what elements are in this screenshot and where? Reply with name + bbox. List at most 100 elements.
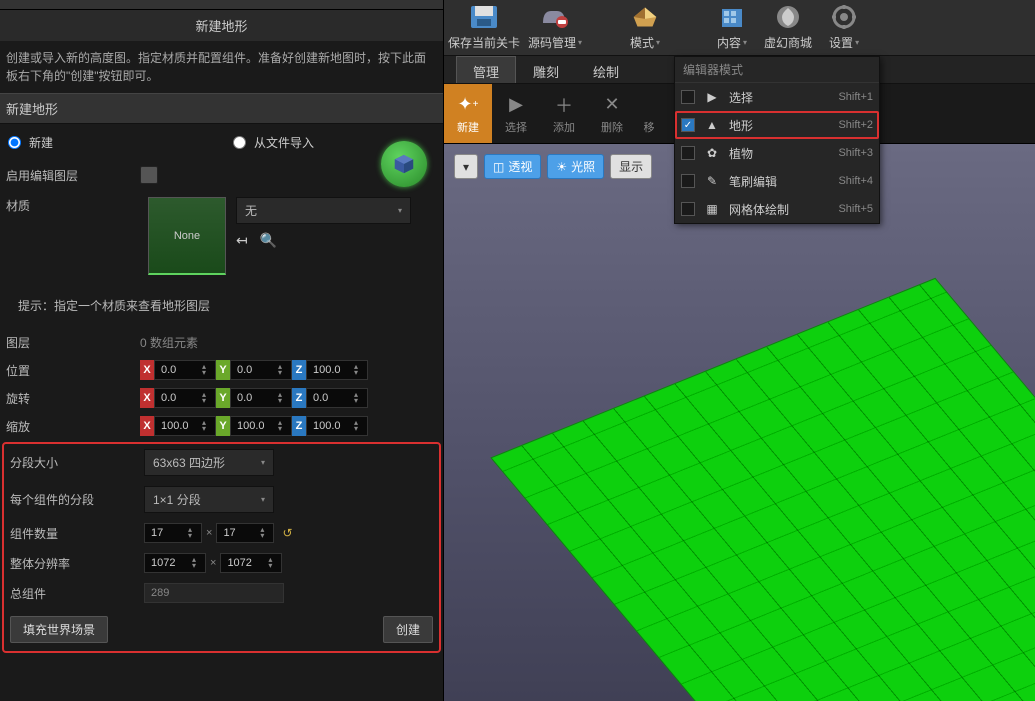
toolbar-settings[interactable]: 设置▾ xyxy=(816,0,872,55)
spinner-icon[interactable]: ▴▾ xyxy=(257,527,267,539)
scale-y[interactable]: ▴▾ xyxy=(230,416,292,436)
section-size-row: 分段大小 63x63 四边形▾ xyxy=(4,444,439,481)
mode-checkbox[interactable] xyxy=(681,202,695,216)
total-components-label: 总组件 xyxy=(8,585,144,602)
dropdown-caret-icon: ▾ xyxy=(261,495,265,504)
toolbar-source[interactable]: 源码管理▾ xyxy=(524,0,586,55)
axis-y-badge: Y xyxy=(216,388,230,408)
radio-import-label: 从文件导入 xyxy=(254,134,314,151)
mode-checkbox[interactable]: ✓ xyxy=(681,118,695,132)
material-dropdown[interactable]: 无▾ xyxy=(236,197,411,224)
enable-layers-checkbox[interactable] xyxy=(140,166,158,184)
spinner-icon[interactable]: ▴▾ xyxy=(189,557,199,569)
material-thumbnail[interactable]: None xyxy=(148,197,226,275)
resolution-label: 整体分辨率 xyxy=(8,555,144,572)
mode-item-shortcut: Shift+3 xyxy=(838,147,873,159)
location-y-input[interactable] xyxy=(233,361,275,379)
lit-button[interactable]: ☀光照 xyxy=(547,154,604,179)
toolbar-save[interactable]: 保存当前关卡 xyxy=(444,0,524,55)
mode-item-4[interactable]: ▦网格体绘制Shift+5 xyxy=(675,195,879,223)
radio-import[interactable]: 从文件导入 xyxy=(233,134,314,151)
toolbar-marketplace[interactable]: 虚幻商城 xyxy=(760,0,816,55)
assign-arrow-icon[interactable]: ↤ xyxy=(236,232,248,249)
viewport-menu-button[interactable]: ▾ xyxy=(454,154,478,179)
create-button[interactable]: 创建 xyxy=(383,616,433,643)
total-components-row: 总组件 289 xyxy=(4,578,439,608)
terrain-preview xyxy=(490,278,1035,701)
panel-title: 新建地形 xyxy=(0,10,443,41)
spinner-icon[interactable]: ▴▾ xyxy=(199,392,209,404)
section-size-dropdown[interactable]: 63x63 四边形▾ xyxy=(144,449,274,476)
mode-item-2[interactable]: ✿植物Shift+3 xyxy=(675,139,879,167)
tab-sculpt[interactable]: 雕刻 xyxy=(516,56,576,83)
radio-import-input[interactable] xyxy=(233,136,246,149)
landscape-panel: 新建地形 创建或导入新的高度图。指定材质并配置组件。准备好创建新地图时，按下此面… xyxy=(0,0,444,701)
tool-new[interactable]: ✦+新建 xyxy=(444,84,492,143)
location-z-input[interactable] xyxy=(309,361,351,379)
scale-row: 缩放 X▴▾ Y▴▾ Z▴▾ xyxy=(0,412,443,440)
spinner-icon[interactable]: ▴▾ xyxy=(351,364,361,376)
scale-y-input[interactable] xyxy=(233,417,275,435)
scale-label: 缩放 xyxy=(4,418,140,435)
sections-per-dropdown[interactable]: 1×1 分段▾ xyxy=(144,486,274,513)
mode-item-icon: ✿ xyxy=(703,144,721,162)
location-z[interactable]: ▴▾ xyxy=(306,360,368,380)
tab-manage[interactable]: 管理 xyxy=(456,56,516,83)
radio-new-input[interactable] xyxy=(8,136,21,149)
mode-checkbox[interactable] xyxy=(681,90,695,104)
search-icon[interactable]: 🔍 xyxy=(260,232,277,249)
axis-z-badge: Z xyxy=(292,360,306,380)
rotation-x[interactable]: ▴▾ xyxy=(154,388,216,408)
component-y[interactable]: ▴▾ xyxy=(216,523,274,543)
fill-world-button[interactable]: 填充世界场景 xyxy=(10,616,108,643)
tool-add[interactable]: ＋添加 xyxy=(540,84,588,143)
scale-x[interactable]: ▴▾ xyxy=(154,416,216,436)
location-x-input[interactable] xyxy=(157,361,199,379)
mode-item-0[interactable]: ▶选择Shift+1 xyxy=(675,83,879,111)
mode-item-1[interactable]: ✓▲地形Shift+2 xyxy=(675,111,879,139)
show-button[interactable]: 显示 xyxy=(610,154,652,179)
tool-delete[interactable]: ✕删除 xyxy=(588,84,636,143)
perspective-button[interactable]: ◫透视 xyxy=(484,154,541,179)
layers-row: 图层 0 数组元素 xyxy=(0,328,443,356)
resolution-y-input[interactable] xyxy=(223,554,265,572)
mode-item-label: 笔刷编辑 xyxy=(729,173,830,190)
spinner-icon[interactable]: ▴▾ xyxy=(185,527,195,539)
rotation-x-input[interactable] xyxy=(157,389,199,407)
tab-paint[interactable]: 绘制 xyxy=(576,56,636,83)
scale-z-input[interactable] xyxy=(309,417,351,435)
rotation-z-input[interactable] xyxy=(309,389,351,407)
reset-icon[interactable]: ↺ xyxy=(282,526,292,540)
component-x[interactable]: ▴▾ xyxy=(144,523,202,543)
resolution-x[interactable]: ▴▾ xyxy=(144,553,206,573)
location-x[interactable]: ▴▾ xyxy=(154,360,216,380)
component-y-input[interactable] xyxy=(219,524,257,542)
toolbar-content[interactable]: 内容▾ xyxy=(704,0,760,55)
spinner-icon[interactable]: ▴▾ xyxy=(265,557,275,569)
rotation-y-input[interactable] xyxy=(233,389,275,407)
spinner-icon[interactable]: ▴▾ xyxy=(199,364,209,376)
tool-select[interactable]: ▶选择 xyxy=(492,84,540,143)
location-y[interactable]: ▴▾ xyxy=(230,360,292,380)
spinner-icon[interactable]: ▴▾ xyxy=(275,364,285,376)
component-x-input[interactable] xyxy=(147,524,185,542)
radio-new[interactable]: 新建 xyxy=(8,134,53,151)
mode-checkbox[interactable] xyxy=(681,174,695,188)
spinner-icon[interactable]: ▴▾ xyxy=(351,392,361,404)
spinner-icon[interactable]: ▴▾ xyxy=(275,392,285,404)
scale-x-input[interactable] xyxy=(157,417,199,435)
tool-move[interactable]: 移 xyxy=(636,84,662,143)
spinner-icon[interactable]: ▴▾ xyxy=(199,420,209,432)
resolution-y[interactable]: ▴▾ xyxy=(220,553,282,573)
mode-item-3[interactable]: ✎笔刷编辑Shift+4 xyxy=(675,167,879,195)
toolbar-mode[interactable]: 模式▾ xyxy=(586,0,704,55)
viewport[interactable]: ▾ ◫透视 ☀光照 显示 xyxy=(444,144,1035,701)
layers-value: 0 数组元素 xyxy=(140,334,198,351)
spinner-icon[interactable]: ▴▾ xyxy=(275,420,285,432)
rotation-y[interactable]: ▴▾ xyxy=(230,388,292,408)
spinner-icon[interactable]: ▴▾ xyxy=(351,420,361,432)
resolution-x-input[interactable] xyxy=(147,554,189,572)
rotation-z[interactable]: ▴▾ xyxy=(306,388,368,408)
mode-checkbox[interactable] xyxy=(681,146,695,160)
scale-z[interactable]: ▴▾ xyxy=(306,416,368,436)
